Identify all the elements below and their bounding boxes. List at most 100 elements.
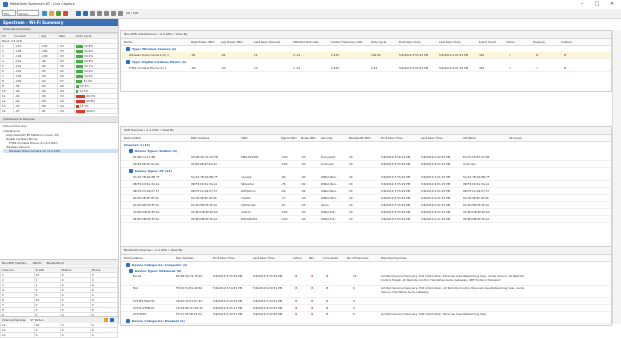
col-event[interactable]: Event Count	[479, 39, 496, 45]
play-icon[interactable]	[76, 11, 81, 16]
table-row[interactable]: 14 -97 -91 -54 44.6%	[0, 108, 118, 114]
col-active[interactable]: Active	[506, 39, 515, 45]
channel-summary-label: Channel Summary	[0, 26, 118, 33]
folder-icon[interactable]	[49, 11, 54, 16]
step-icon[interactable]	[97, 11, 102, 16]
duty-cycle-bar	[76, 49, 84, 53]
table-row[interactable]: 9B:F9:C3:A9:07:57 9B:F9:C3:A9:07:57 WiFiAd…	[121, 188, 611, 195]
table-row[interactable]: SYSTOWY F0:C3:6F:5B:43:04 5/6/2019 3:29:37…	[121, 312, 611, 324]
stop-icon[interactable]	[90, 11, 95, 16]
duty-cycle-bar	[76, 79, 83, 83]
phone-icon	[126, 60, 130, 64]
tab-rf-pattern[interactable]: RF Pattern	[28, 318, 47, 322]
col-signal[interactable]: Signal dBm	[281, 135, 297, 141]
col-ap-group[interactable]: AP Group	[509, 135, 522, 141]
col-security[interactable]: Security	[321, 135, 333, 141]
col-hopping[interactable]: Hopping	[533, 39, 545, 45]
wifi-header[interactable]: WiFi Devices • 2.4 GHz • View By	[121, 127, 611, 135]
tab-channel-devices[interactable]: Channel Devices	[0, 318, 27, 322]
col-duty[interactable]: Duty Cycle	[371, 39, 386, 45]
group-headset[interactable]: Device Categories: Headset (1)	[121, 318, 185, 324]
col-device-name[interactable]: Device Name	[124, 255, 143, 261]
connected-cross-icon: ✖	[326, 306, 329, 310]
spectrum-summary-title: Spectrum - Wi-Fi Summary	[0, 19, 118, 26]
rewind-icon[interactable]	[104, 11, 109, 16]
col-bt-pair[interactable]: Pair	[309, 255, 314, 261]
maximize-button[interactable]: □	[590, 1, 604, 8]
col-avgp[interactable]: Avg Power dBm	[221, 39, 243, 45]
duty-cycle-bar	[76, 54, 84, 58]
connected-cross-icon: ✖	[326, 299, 329, 303]
table-row[interactable]: Wireless Video Camera (A) 1 -84 -94 12 5…	[121, 52, 611, 59]
table-row[interactable]: 0C:8D:DB:6F:4F:4A 0C:8D:DB:6F:4F:4A Interi…	[121, 209, 611, 216]
col-custom[interactable]: Custom	[561, 39, 572, 45]
table-row[interactable]: 0E:8D:DB:6F:4F:4A 0E:8D:DB:6F:4F:4A MSGSW2…	[121, 216, 611, 223]
mode-select[interactable]: Wired	[17, 10, 39, 16]
table-row[interactable]: FHSS Cordless Phone (A) 3 -80 -93 13 1..…	[121, 65, 611, 72]
col-ap-name[interactable]: AP Name	[463, 135, 476, 141]
col-bt-services[interactable]: No. Of Services	[347, 255, 368, 261]
close-button[interactable]: ✕	[605, 1, 619, 8]
pair-cross-icon: ✖	[311, 312, 314, 316]
file-menu[interactable]: File	[2, 10, 16, 16]
table-row[interactable]: 5A:24:7B:9A:8B:7F 5A:24:7B:9A:8B:7F nonap2…	[121, 174, 611, 181]
table-row[interactable]: N/A F8:59:71:B1:44:B0 5/6/2019 3:54:52 PM 5…	[121, 286, 611, 298]
custom-cross-icon: ✖	[564, 53, 567, 57]
record-icon[interactable]	[63, 11, 68, 16]
table-row[interactable]: 9B:F9:C9:91:3A:A1 9B:F9:C9:91:3A:A1 SKGuid…	[121, 181, 611, 188]
table-row[interactable]: Excell BC:85:56:79:78:4A 5/6/2019 3:55:39 …	[121, 274, 611, 286]
table-row[interactable]: SYSTEL-MACHA A8:45:20:51:E7:4C 5/6/2019 3:…	[121, 298, 611, 305]
col-device-mac[interactable]: Device MAC	[124, 135, 141, 141]
col-ssid[interactable]: SSID	[241, 135, 248, 141]
col-bt-connected[interactable]: Connected	[323, 255, 338, 261]
col-bt-last[interactable]: Last Seen Time	[253, 255, 274, 261]
tab-aps[interactable]: APs(5)	[31, 261, 44, 265]
col-center[interactable]: Center Frequency GHz	[331, 39, 362, 45]
save-icon[interactable]	[56, 11, 61, 16]
forward-icon[interactable]	[111, 11, 116, 16]
nonwifi-panel: Non-WiFi Interference • 2.4 GHz • View B…	[120, 30, 612, 92]
tree-item[interactable]: Wireless Video Camera (A) (2.4 GHz)	[3, 149, 118, 153]
channel-readout: 50 / 100	[126, 11, 139, 15]
pause-icon[interactable]	[83, 11, 88, 16]
table-row[interactable]: 6A:3D:0B:6F:4F:4A 6A:3D:0B:6F:4F:4A CDUGue…	[121, 202, 611, 209]
tab-bluetooth[interactable]: Bluetooth(4)	[45, 261, 67, 265]
col-peak[interactable]: Peak Power dBm	[191, 39, 214, 45]
col-lastch[interactable]: Last Seen Channel	[254, 39, 280, 45]
col-bandwidth[interactable]: Bandwidth MHz	[349, 135, 371, 141]
end-icon[interactable]	[118, 11, 123, 16]
bluetooth-panel: Bluetooth Devices • 2.4 GHz • View By De…	[120, 246, 612, 326]
nonwifi-columns: Name Peak Power dBm Avg Power dBm Last S…	[121, 39, 611, 46]
col-noise[interactable]: Noise dBm	[301, 135, 316, 141]
app-icon	[3, 2, 8, 7]
col-affected[interactable]: Affected Channels	[293, 39, 319, 45]
col-bt-active[interactable]: Active	[293, 255, 302, 261]
camera-icon	[126, 47, 130, 51]
table-row[interactable]: 6A:30:0B:6F:4F:4A 6A:30:0B:6F:4F:4A mesh2-…	[121, 195, 611, 202]
col-bt-mac[interactable]: Mac Address	[176, 255, 194, 261]
nonwifi-header[interactable]: Non-WiFi Interference • 2.4 GHz • View B…	[121, 31, 611, 39]
table-row[interactable]: 02:4B:C2:C7:8B 00:0B:2D:3C:2C:FB FBN-29943…	[121, 154, 611, 161]
right-scroll-strip[interactable]	[612, 30, 621, 324]
minimize-button[interactable]: –	[575, 1, 589, 8]
duty-cycle-bar	[76, 104, 79, 108]
col-bt-first[interactable]: First Seen Time	[213, 255, 235, 261]
headset-icon	[126, 319, 130, 323]
col-first-seen[interactable]: First Seen Time	[381, 135, 403, 141]
table-row[interactable]: SYSTL-STEEL02 1D:92:8D:97:56:35 5/6/2019 3…	[121, 305, 611, 312]
tab-nonwifi[interactable]: Non-WiFi Interfer...	[0, 261, 30, 265]
custom-cross-icon: ✖	[564, 66, 567, 70]
export-icon[interactable]	[104, 318, 108, 322]
capture-icon[interactable]	[42, 11, 47, 16]
table-row[interactable]: 13 0 0 0	[0, 332, 119, 338]
duty-cycle-bar	[76, 59, 84, 63]
settings-icon[interactable]	[110, 318, 114, 322]
col-mac[interactable]: MAC Address	[191, 135, 209, 141]
col-name[interactable]: Name	[124, 39, 132, 45]
col-last-seen[interactable]: Last Seen Time	[421, 135, 442, 141]
col-first[interactable]: First Seen Time	[399, 39, 421, 45]
bluetooth-header[interactable]: Bluetooth Devices • 2.4 GHz • View By	[121, 247, 611, 255]
col-last[interactable]: Last Seen Time	[439, 39, 460, 45]
col-bt-exported[interactable]: Exported Services	[381, 255, 406, 261]
table-row[interactable]: 02:B3:6B:4F:4A:4A 02:80:6B:4F:4A:4A -100 -9…	[121, 161, 611, 168]
